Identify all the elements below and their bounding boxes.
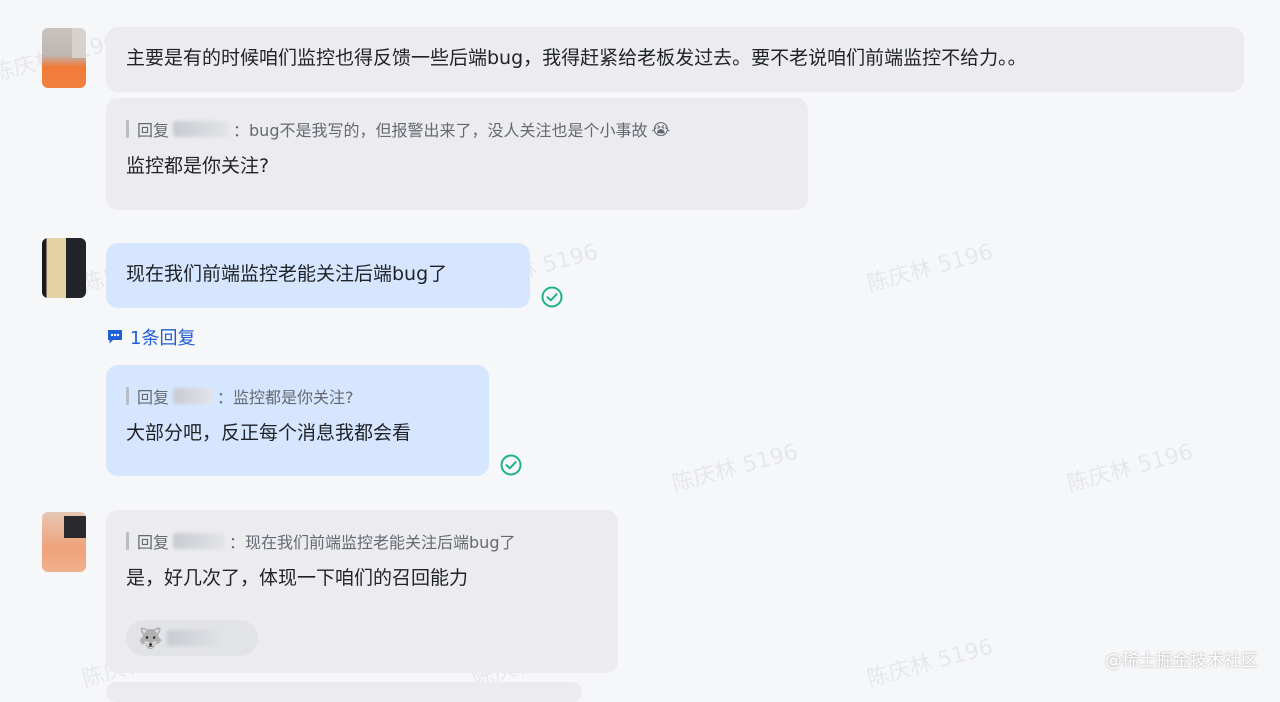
watermark: 陈庆林 5196 [669,439,801,498]
reply-count-label[interactable]: 1条回复 [130,324,195,350]
crying-emoji-icon: 😭 [651,119,671,139]
watermark: 陈庆林 5196 [864,239,996,298]
quote-reference[interactable]: 回复 ：bug不是我写的，但报警出来了，没人关注也是个小事故 😭 [126,118,788,140]
quote-bar [126,387,129,405]
redacted-username [173,388,214,404]
message-text: 大部分吧，反正每个消息我都会看 [126,422,412,444]
quote-prefix: 回复 [137,388,170,407]
husky-emoji-icon: 🐺 [138,626,163,650]
reaction-chip[interactable]: 🐺 [126,620,258,656]
quote-prefix: 回复 [137,533,170,552]
message-bubble[interactable]: 现在我们前端监控老能关注后端bug了 [106,243,530,308]
message-text: 是，好几次了，体现一下咱们的召回能力 [126,567,469,589]
quote-prefix: 回复 [137,121,170,140]
quote-bar [126,120,129,138]
quote-reference[interactable]: 回复 ：监控都是你关注? [126,385,469,407]
message-bubble[interactable]: 主要是有的时候咱们监控也得反馈一些后端bug，我得赶紧给老板发过去。要不老说咱们… [106,27,1244,92]
avatar[interactable] [42,28,86,88]
quote-reference[interactable]: 回复 ：现在我们前端监控老能关注后端bug了 [126,530,598,552]
message-bubble[interactable]: 回复 ：bug不是我写的，但报警出来了，没人关注也是个小事故 😭 监控都是你关注… [106,98,808,210]
message-bubble[interactable]: 回复 ：监控都是你关注? 大部分吧，反正每个消息我都会看 [106,365,489,476]
avatar[interactable] [42,238,86,298]
quote-text: ：监控都是你关注? [217,388,354,407]
quote-text: ：bug不是我写的，但报警出来了，没人关注也是个小事故 [233,121,648,140]
thread-replies-link[interactable]: 1条回复 [106,324,195,350]
comment-icon [108,330,122,344]
redacted-username [173,533,226,549]
watermark: 陈庆林 5196 [864,634,996,693]
redacted-username [173,121,230,137]
read-check-icon [500,454,522,476]
quote-bar [126,532,129,550]
message-bubble-partial[interactable] [106,682,582,702]
message-text: 主要是有的时候咱们监控也得反馈一些后端bug，我得赶紧给老板发过去。要不老说咱们… [126,47,1027,69]
site-watermark: @稀土掘金技术社区 [1105,651,1258,671]
watermark: 陈庆林 5196 [1064,439,1196,498]
message-text: 监控都是你关注? [126,155,270,177]
avatar[interactable] [42,512,86,572]
read-check-icon [541,286,563,308]
redacted-reactor-name [166,630,227,646]
message-text: 现在我们前端监控老能关注后端bug了 [126,263,448,285]
quote-text: ：现在我们前端监控老能关注后端bug了 [229,533,516,552]
